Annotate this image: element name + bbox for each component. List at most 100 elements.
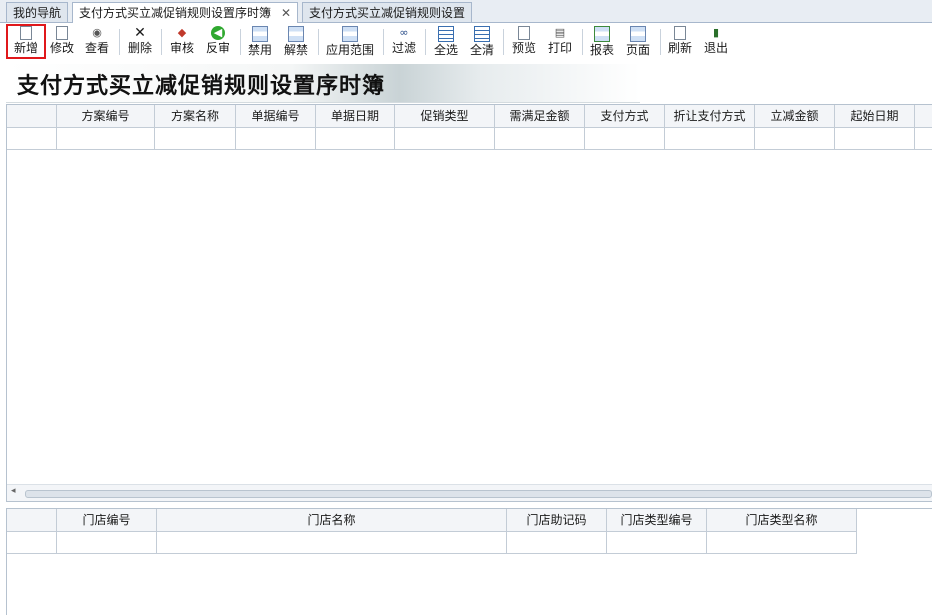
report-icon — [594, 26, 610, 42]
enable-button[interactable]: 解禁 — [281, 24, 311, 59]
table-cell[interactable] — [607, 531, 707, 553]
exit-button[interactable]: ▮ 退出 — [701, 24, 731, 59]
page-button[interactable]: 页面 — [623, 24, 653, 59]
edit-button[interactable]: 修改 — [48, 24, 76, 59]
toolbar-divider — [582, 29, 583, 55]
edit-button-label: 修改 — [49, 41, 74, 55]
table-cell[interactable] — [755, 127, 835, 149]
toolbar-divider — [240, 29, 241, 55]
print-icon: ▤ — [554, 26, 566, 39]
column-header[interactable]: 促销类型 — [395, 105, 495, 127]
table-cell[interactable] — [835, 127, 915, 149]
print-button-label: 打印 — [547, 41, 572, 55]
refresh-button-label: 刷新 — [667, 41, 692, 55]
preview-icon — [518, 26, 530, 40]
tab-bar: 我的导航 支付方式买立减促销规则设置序时簿 ✕ 支付方式买立减促销规则设置 — [0, 0, 932, 23]
column-header[interactable]: 单据编号 — [236, 105, 316, 127]
page-button-label: 页面 — [625, 43, 650, 57]
scrollbar-thumb[interactable] — [25, 490, 932, 498]
toolbar-divider — [660, 29, 661, 55]
column-header[interactable]: 起始日期 — [835, 105, 915, 127]
column-header-partial[interactable] — [915, 105, 932, 127]
tab-payment-rule-settings[interactable]: 支付方式买立减促销规则设置 — [302, 2, 473, 22]
audit-icon: ◆ — [177, 26, 187, 39]
reverse-audit-button-label: 反审 — [205, 41, 230, 55]
table-row[interactable] — [7, 127, 932, 150]
select-all-button[interactable]: 全选 — [431, 24, 461, 59]
clear-all-button-label: 全清 — [469, 43, 494, 57]
disable-icon — [252, 26, 268, 42]
table-cell[interactable] — [507, 531, 607, 553]
scroll-left-icon[interactable]: ◂ — [11, 486, 16, 496]
close-icon[interactable]: ✕ — [281, 6, 291, 20]
reverse-audit-icon: ◀ — [211, 26, 225, 40]
table-cell[interactable] — [395, 127, 495, 149]
column-header[interactable]: 方案编号 — [57, 105, 155, 127]
column-header[interactable]: 立减金额 — [755, 105, 835, 127]
new-button-label: 新增 — [13, 41, 38, 55]
column-header[interactable]: 支付方式 — [585, 105, 665, 127]
store-grid-header: 门店编号 门店名称 门店助记码 门店类型编号 门店类型名称 — [7, 509, 857, 532]
table-cell[interactable] — [57, 531, 157, 553]
tab-label: 我的导航 — [13, 6, 62, 20]
refresh-button[interactable]: 刷新 — [665, 24, 695, 59]
exit-icon: ▮ — [712, 26, 720, 39]
rule-list-grid[interactable]: 方案编号 方案名称 单据编号 单据日期 促销类型 需满足金额 支付方式 折让支付… — [6, 104, 932, 502]
table-cell[interactable] — [665, 127, 755, 149]
new-button[interactable]: 新增 — [6, 24, 46, 59]
title-banner: 支付方式买立减促销规则设置序时簿 — [6, 64, 640, 103]
print-button[interactable]: ▤ 打印 — [545, 24, 575, 59]
clear-all-button[interactable]: 全清 — [467, 24, 497, 59]
column-header[interactable]: 折让支付方式 — [665, 105, 755, 127]
column-header[interactable]: 单据日期 — [316, 105, 395, 127]
table-cell[interactable] — [155, 127, 236, 149]
tab-label: 支付方式买立减促销规则设置 — [309, 6, 466, 20]
scope-button[interactable]: 应用范围 — [323, 24, 377, 59]
filter-button[interactable]: ∞ 过滤 — [389, 24, 419, 59]
column-header[interactable]: 门店名称 — [157, 509, 507, 531]
exit-button-label: 退出 — [703, 41, 728, 55]
select-all-icon — [438, 26, 454, 42]
table-cell[interactable] — [316, 127, 395, 149]
view-icon: ◉ — [92, 26, 102, 39]
toolbar-divider — [318, 29, 319, 55]
table-cell[interactable] — [495, 127, 585, 149]
column-header[interactable]: 需满足金额 — [495, 105, 585, 127]
report-button[interactable]: 报表 — [587, 24, 617, 59]
table-cell[interactable] — [157, 531, 507, 553]
table-cell[interactable] — [236, 127, 316, 149]
page-title: 支付方式买立减促销规则设置序时簿 — [17, 73, 386, 99]
new-document-icon — [20, 26, 32, 40]
column-header[interactable]: 门店助记码 — [507, 509, 607, 531]
audit-button[interactable]: ◆ 审核 — [167, 24, 197, 59]
tab-payment-rule-list[interactable]: 支付方式买立减促销规则设置序时簿 ✕ — [72, 2, 299, 23]
row-indicator — [7, 531, 57, 553]
preview-button[interactable]: 预览 — [509, 24, 539, 59]
disable-button[interactable]: 禁用 — [245, 24, 275, 59]
column-header[interactable]: 门店类型名称 — [707, 509, 857, 531]
table-cell[interactable] — [57, 127, 155, 149]
toolbar-divider — [425, 29, 426, 55]
tab-my-navigation[interactable]: 我的导航 — [6, 2, 69, 22]
edit-icon — [56, 26, 68, 40]
toolbar-divider — [161, 29, 162, 55]
column-header[interactable]: 门店编号 — [57, 509, 157, 531]
column-header[interactable]: 门店类型编号 — [607, 509, 707, 531]
toolbar-divider — [383, 29, 384, 55]
table-cell[interactable] — [585, 127, 665, 149]
row-indicator-header — [7, 509, 57, 531]
column-header[interactable]: 方案名称 — [155, 105, 236, 127]
disable-button-label: 禁用 — [247, 43, 272, 57]
view-button[interactable]: ◉ 查看 — [83, 24, 111, 59]
enable-icon — [288, 26, 304, 42]
horizontal-scrollbar[interactable]: ◂ — [7, 484, 932, 501]
store-grid[interactable]: 门店编号 门店名称 门店助记码 门店类型编号 门店类型名称 — [6, 508, 932, 615]
page-icon — [630, 26, 646, 42]
reverse-audit-button[interactable]: ◀ 反审 — [203, 24, 233, 59]
audit-button-label: 审核 — [169, 41, 194, 55]
refresh-icon — [674, 26, 686, 40]
delete-button[interactable]: ✕ 删除 — [125, 24, 155, 59]
table-row[interactable] — [7, 531, 857, 554]
table-cell[interactable] — [707, 531, 857, 553]
scope-icon — [342, 26, 358, 42]
